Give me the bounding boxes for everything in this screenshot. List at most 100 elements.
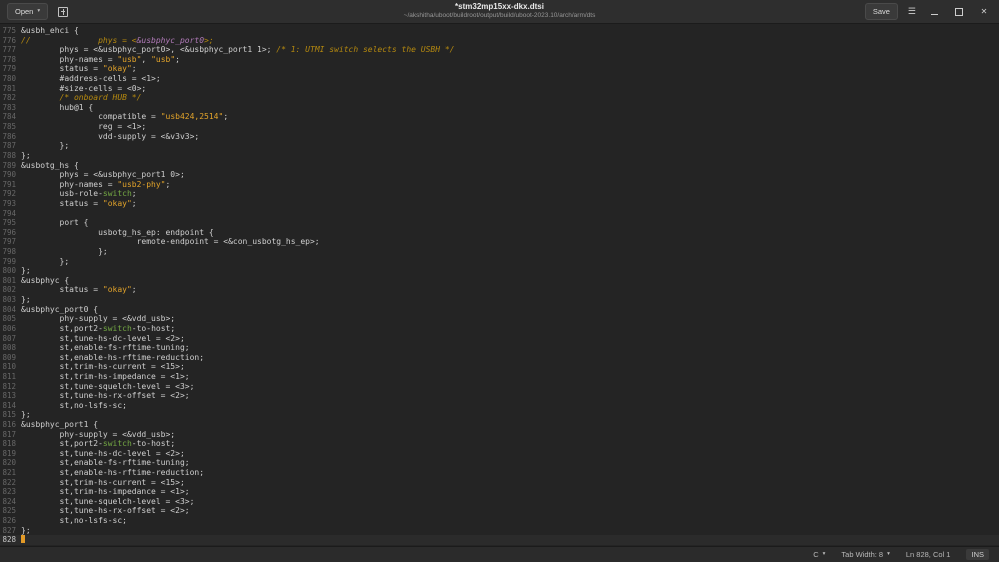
code-line[interactable]: 812 st,tune-squelch-level = <3>; [0, 382, 999, 392]
line-number: 826 [2, 516, 16, 526]
maximize-button[interactable] [953, 6, 965, 18]
code-line[interactable]: 788}; [0, 151, 999, 161]
code-line[interactable]: 790 phys = <&usbphyc_port1 0>; [0, 170, 999, 180]
code-line[interactable]: 797 remote-endpoint = <&con_usbotg_hs_ep… [0, 237, 999, 247]
code-line[interactable]: 826 st,no-lsfs-sc; [0, 516, 999, 526]
language-selector[interactable]: C ▾ [813, 550, 825, 559]
line-number: 779 [2, 64, 16, 74]
line-number: 808 [2, 343, 16, 353]
save-button-label: Save [872, 7, 890, 16]
code-text: }; [21, 295, 31, 305]
code-line[interactable]: 810 st,trim-hs-current = <15>; [0, 362, 999, 372]
code-line[interactable]: 803}; [0, 295, 999, 305]
code-lines: 775 &usbh_ehci {776// phys = <&usbphyc_po… [0, 26, 999, 545]
code-line[interactable]: 825 st,tune-hs-rx-offset = <2>; [0, 506, 999, 516]
code-line[interactable]: 820 st,enable-fs-rftime-tuning; [0, 458, 999, 468]
chevron-down-icon: ▾ [37, 7, 41, 14]
line-number: 800 [2, 266, 16, 276]
code-line[interactable]: 779 status = "okay"; [0, 64, 999, 74]
code-line[interactable]: 785 reg = <1>; [0, 122, 999, 132]
code-editor[interactable]: 775 &usbh_ehci {776// phys = <&usbphyc_po… [0, 24, 999, 546]
tab-new-icon [58, 6, 69, 17]
code-line[interactable]: 801 &usbphyc { [0, 276, 999, 286]
code-text: }; [21, 256, 70, 266]
window-title-block: *stm32mp15xx-dkx.dtsi ~/akshitha/uboot/b… [404, 2, 596, 20]
code-line[interactable]: 828 [0, 535, 999, 545]
code-line[interactable]: 813 st,tune-hs-rx-offset = <2>; [0, 391, 999, 401]
code-line[interactable]: 811 st,trim-hs-impedance = <1>; [0, 372, 999, 382]
code-line[interactable]: 792 usb-role-switch; [0, 189, 999, 199]
code-line[interactable]: 776 // phys = <&usbphyc_port0>; [0, 36, 999, 46]
code-line[interactable]: 802 status = "okay"; [0, 285, 999, 295]
code-line[interactable]: 804 &usbphyc_port0 { [0, 305, 999, 315]
line-number: 802 [2, 285, 16, 295]
code-line[interactable]: 807 st,tune-hs-dc-level = <2>; [0, 334, 999, 344]
code-text: &usbh_ehci { [21, 26, 79, 35]
code-text: &usbphyc { [21, 275, 70, 285]
code-line[interactable]: 817 phy-supply = <&vdd_usb>; [0, 430, 999, 440]
code-line[interactable]: 799 }; [0, 257, 999, 267]
line-number: 794 [2, 208, 16, 218]
line-number: 781 [2, 83, 16, 93]
code-line[interactable]: 796 usbotg_hs_ep: endpoint { [0, 228, 999, 238]
code-text: st,enable-hs-rftime-reduction; [21, 468, 205, 478]
code-line[interactable]: 815}; [0, 410, 999, 420]
minimize-button[interactable] [928, 6, 940, 18]
code-line[interactable]: 777 phys = <&usbphyc_port0>, <&usbphyc_p… [0, 45, 999, 55]
code-line[interactable]: 823 st,trim-hs-impedance = <1>; [0, 487, 999, 497]
code-line[interactable]: 784 compatible = "usb424,2514"; [0, 112, 999, 122]
code-line[interactable]: 795 port { [0, 218, 999, 228]
code-line[interactable]: 806 st,port2-switch-to-host; [0, 324, 999, 334]
chevron-down-icon: ▾ [887, 550, 890, 557]
tab-width-selector[interactable]: Tab Width: 8 ▾ [841, 550, 889, 559]
code-line[interactable]: 814 st,no-lsfs-sc; [0, 401, 999, 411]
save-button[interactable]: Save [864, 3, 898, 20]
line-number: 812 [2, 381, 16, 391]
insert-mode-indicator[interactable]: INS [966, 549, 989, 560]
code-line[interactable]: 782 /* onboard HUB */ [0, 93, 999, 103]
code-line[interactable]: 791 phy-names = "usb2-phy"; [0, 180, 999, 190]
code-line[interactable]: 789 &usbotg_hs { [0, 161, 999, 171]
code-line[interactable]: 808 st,enable-fs-rftime-tuning; [0, 343, 999, 353]
code-text: hub@1 { [21, 102, 94, 112]
code-text: phys = <&usbphyc_port0>, <&usbphyc_port1… [21, 45, 455, 55]
line-number: 787 [2, 141, 16, 151]
close-button[interactable]: ✕ [978, 6, 990, 18]
code-line[interactable]: 822 st,trim-hs-current = <15>; [0, 478, 999, 488]
code-line[interactable]: 816 &usbphyc_port1 { [0, 420, 999, 430]
code-line[interactable]: 821 st,enable-hs-rftime-reduction; [0, 468, 999, 478]
code-line[interactable]: 780 #address-cells = <1>; [0, 74, 999, 84]
cursor-position[interactable]: Ln 828, Col 1 [906, 550, 951, 559]
hamburger-menu-button[interactable]: ☰ [908, 6, 916, 17]
code-line[interactable]: 793 status = "okay"; [0, 199, 999, 209]
code-line[interactable]: 805 phy-supply = <&vdd_usb>; [0, 314, 999, 324]
insert-mode-label: INS [971, 550, 984, 559]
code-line[interactable]: 781 #size-cells = <0>; [0, 84, 999, 94]
line-number: 817 [2, 429, 16, 439]
code-line[interactable]: 778 phy-names = "usb", "usb"; [0, 55, 999, 65]
code-line[interactable]: 818 st,port2-switch-to-host; [0, 439, 999, 449]
code-line[interactable]: 800}; [0, 266, 999, 276]
code-line[interactable]: 827}; [0, 526, 999, 536]
code-text: st,tune-squelch-level = <3>; [21, 381, 195, 391]
code-line[interactable]: 775 &usbh_ehci { [0, 26, 999, 36]
window-controls: ✕ [928, 6, 990, 18]
code-line[interactable]: 786 vdd-supply = <&v3v3>; [0, 132, 999, 142]
code-line[interactable]: 819 st,tune-hs-dc-level = <2>; [0, 449, 999, 459]
code-text: st,trim-hs-impedance = <1>; [21, 371, 190, 381]
new-tab-button[interactable] [54, 4, 72, 19]
line-number: 824 [2, 496, 16, 506]
code-line[interactable]: 798 }; [0, 247, 999, 257]
code-line[interactable]: 809 st,enable-hs-rftime-reduction; [0, 353, 999, 363]
open-button-label: Open [15, 7, 34, 16]
code-line[interactable]: 783 hub@1 { [0, 103, 999, 113]
line-number: 799 [2, 256, 16, 266]
line-number: 809 [2, 352, 16, 362]
open-button[interactable]: Open ▾ [7, 3, 49, 20]
code-line[interactable]: 824 st,tune-squelch-level = <3>; [0, 497, 999, 507]
close-icon: ✕ [980, 6, 988, 16]
line-number: 778 [2, 54, 16, 64]
code-line[interactable]: 787 }; [0, 141, 999, 151]
code-line[interactable]: 794 [0, 209, 999, 219]
code-text: usb-role-switch; [21, 189, 137, 199]
